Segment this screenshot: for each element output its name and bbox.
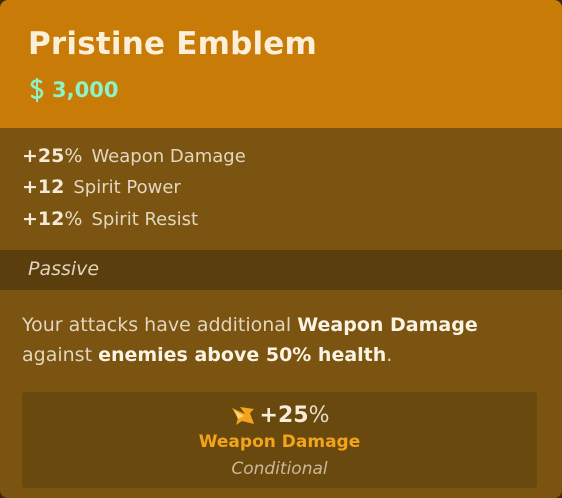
conditional-bonus-value-row: +25 %: [22, 400, 537, 430]
item-header: Pristine Emblem 3,000: [0, 0, 562, 128]
desc-highlight: Weapon Damage: [297, 314, 478, 336]
conditional-bonus-note: Conditional: [231, 459, 328, 479]
souls-currency-icon: [30, 78, 44, 102]
stat-unit: %: [64, 208, 83, 230]
stat-row: +25 % Weapon Damage: [22, 145, 246, 171]
conditional-bonus-box: +25 % Weapon Damage Conditional: [22, 392, 537, 488]
conditional-bonus-unit: %: [308, 402, 330, 428]
desc-text: Your attacks have additional: [22, 314, 298, 336]
stat-list: +25 % Weapon Damage +12 Spirit Power +12…: [0, 128, 562, 250]
stat-label: Weapon Damage: [91, 146, 246, 167]
passive-label: Passive: [28, 258, 100, 280]
stat-value: +12: [22, 176, 65, 198]
passive-section: Your attacks have additional Weapon Dama…: [0, 290, 562, 498]
item-name: Pristine Emblem: [28, 26, 318, 62]
desc-highlight: enemies above 50% health: [98, 344, 387, 366]
weapon-damage-icon: [231, 407, 254, 425]
stat-label: Spirit Resist: [91, 209, 199, 230]
desc-text: .: [386, 344, 393, 366]
item-price-value: 3,000: [52, 78, 119, 102]
passive-description: Your attacks have additional Weapon Dama…: [22, 310, 542, 370]
stat-value: +12: [22, 208, 65, 230]
stat-row: +12 % Spirit Resist: [22, 208, 198, 234]
passive-header: Passive: [0, 250, 562, 290]
desc-text: against: [22, 344, 99, 366]
item-tooltip-card: Pristine Emblem 3,000 +25 % Weapon Damag…: [0, 0, 562, 498]
stat-value: +25: [22, 145, 65, 167]
conditional-bonus-value: +25: [259, 402, 309, 428]
stat-label: Spirit Power: [73, 177, 181, 198]
conditional-bonus-name: Weapon Damage: [198, 432, 361, 452]
item-price: 3,000: [28, 76, 118, 104]
stat-unit: %: [64, 145, 83, 167]
stat-row: +12 Spirit Power: [22, 176, 181, 202]
